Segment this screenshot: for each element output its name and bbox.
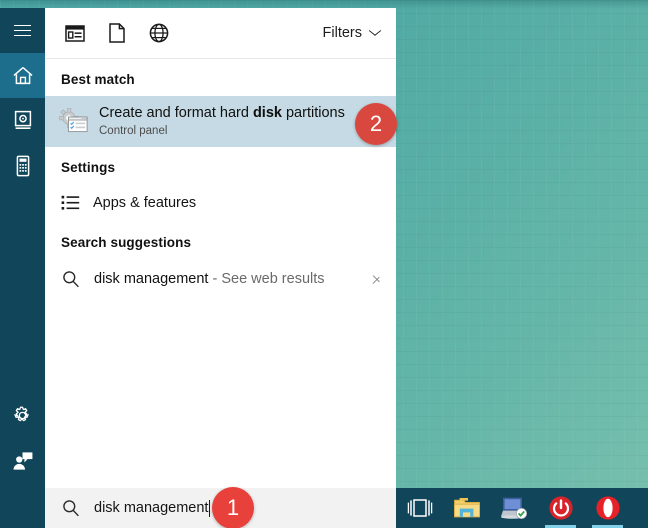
network-computer-icon <box>500 497 527 520</box>
taskbar-file-explorer-button[interactable] <box>443 488 490 528</box>
taskbar-task-view-button[interactable] <box>396 488 443 528</box>
document-page-icon <box>109 23 125 43</box>
search-suggestions-heading: Search suggestions <box>61 235 192 250</box>
settings-heading: Settings <box>61 160 116 175</box>
search-input-value: disk management <box>94 500 209 516</box>
best-match-text: Create and format hard disk partitions C… <box>99 104 345 139</box>
apps-list-icon <box>61 195 80 210</box>
best-match-subtitle: Control panel <box>99 125 168 138</box>
calculator-icon <box>16 155 29 176</box>
search-suggestion-item[interactable]: disk management - See web results <box>45 259 396 299</box>
filters-label: Filters <box>322 25 362 41</box>
settings-result-label: Apps & features <box>93 195 197 211</box>
search-filter-bar: Filters <box>45 8 396 59</box>
best-match-result[interactable]: Create and format hard disk partitions C… <box>45 96 396 147</box>
best-match-title-bold: disk <box>252 105 282 122</box>
sidebar-item-media[interactable] <box>0 98 45 143</box>
taskbar-power-button[interactable] <box>537 488 584 528</box>
media-disc-icon <box>14 110 31 129</box>
disk-partitions-icon <box>59 107 88 132</box>
sidebar-item-home[interactable] <box>0 53 45 98</box>
filter-apps-button[interactable] <box>54 8 96 59</box>
opera-browser-icon <box>595 496 620 520</box>
file-explorer-icon <box>453 498 480 518</box>
taskbar-network-computer-button[interactable] <box>490 488 537 528</box>
task-view-icon <box>407 499 432 517</box>
chevron-down-icon <box>368 29 381 37</box>
search-results-list: Best match Create and format hard disk p… <box>45 59 396 488</box>
power-button-icon <box>548 496 573 520</box>
best-match-title-suffix: partitions <box>281 105 345 122</box>
taskbar-opera-button[interactable] <box>584 488 631 528</box>
taskbar-icon-group <box>396 488 631 528</box>
suggestion-query: disk management <box>94 271 209 287</box>
filter-web-button[interactable] <box>138 8 180 59</box>
best-match-title-prefix: Create and format hard <box>99 105 253 122</box>
apps-window-icon <box>65 24 85 42</box>
best-match-heading: Best match <box>61 72 135 87</box>
search-input-text: disk management <box>94 499 211 517</box>
filter-documents-button[interactable] <box>96 8 138 59</box>
settings-result-apps-features[interactable]: Apps & features <box>45 184 396 222</box>
search-icon <box>63 271 79 288</box>
chevron-right-icon <box>372 271 382 287</box>
suggestion-text: disk management - See web results <box>94 271 325 287</box>
hamburger-menu-icon[interactable] <box>0 8 45 53</box>
sidebar-item-calculator[interactable] <box>0 143 45 188</box>
filters-dropdown-button[interactable]: Filters <box>322 25 381 41</box>
feedback-person-icon <box>13 451 33 470</box>
best-match-title: Create and format hard disk partitions <box>99 104 345 122</box>
gear-icon <box>14 406 30 422</box>
sidebar-item-settings[interactable] <box>0 393 45 438</box>
home-icon <box>13 67 32 85</box>
callout-badge-2: 2 <box>355 103 397 145</box>
search-icon <box>63 500 79 517</box>
sidebar-item-feedback[interactable] <box>0 438 45 483</box>
search-sidebar <box>0 8 45 528</box>
callout-badge-1: 1 <box>212 487 254 528</box>
hamburger-glyph <box>14 24 31 37</box>
text-caret <box>209 499 211 517</box>
globe-web-icon <box>149 23 169 43</box>
suggestion-suffix: - See web results <box>208 271 325 287</box>
